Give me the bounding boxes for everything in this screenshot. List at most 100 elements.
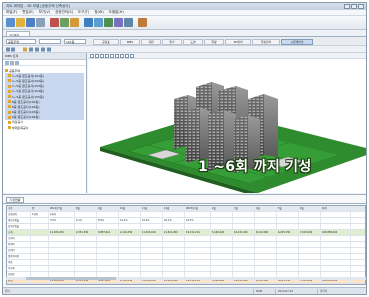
- new-icon[interactable]: [6, 18, 15, 27]
- table-row[interactable]: 계획공정율 3.5% 6.1% 8.9% 12.4% 16.0% 20.1% 24.3%: [7, 218, 365, 224]
- menu-help[interactable]: 도움말(H): [109, 10, 124, 15]
- table-cell: [321, 218, 351, 223]
- table-cell: [277, 254, 299, 259]
- tab-view-3[interactable]: 원가: [162, 39, 182, 45]
- table-row[interactable]: 간접비: [7, 248, 365, 254]
- fit-icon[interactable]: [105, 54, 109, 58]
- table-cell: [185, 248, 211, 253]
- iso-view-icon[interactable]: [125, 54, 129, 58]
- front-view-icon[interactable]: [115, 54, 119, 58]
- table-header-row: 구분 명 2014년7월 8월 9월 10월 11월 12월 2015년1월 2월 3월 4월 5월 6월…: [7, 206, 365, 212]
- table-row[interactable]: 부가세: [7, 266, 365, 272]
- schedule-icon[interactable]: [84, 18, 93, 27]
- table-cell: [185, 212, 211, 217]
- gantt-icon[interactable]: [94, 18, 103, 27]
- menu-schedule[interactable]: 공정관리(S): [55, 10, 73, 15]
- menu-window[interactable]: 창(W): [94, 10, 103, 15]
- column-header: 합계: [321, 206, 351, 211]
- pan-icon[interactable]: [95, 54, 99, 58]
- status-bar: 준비 NUM 2014-07-01 관리자: [3, 287, 366, 294]
- paste-icon[interactable]: [70, 18, 79, 27]
- table-cell: 21,811,000: [163, 230, 185, 235]
- tab-view-8[interactable]: 시뮬레이션: [281, 39, 313, 45]
- menu-view[interactable]: 보기(V): [39, 10, 51, 15]
- table-row[interactable]: 일반관리비: [7, 254, 365, 260]
- folder-icon: [8, 110, 11, 114]
- menu-file[interactable]: 파일(F): [6, 10, 17, 15]
- progress-table: 구분 명 2014년7월 8월 9월 10월 11월 12월 2015년1월 2월 3월 4월 5월 6월…: [6, 205, 366, 285]
- side-view-icon[interactable]: [120, 54, 124, 58]
- model-icon[interactable]: [104, 18, 113, 27]
- phase-select[interactable]: [39, 39, 61, 44]
- 3d-viewport[interactable]: 1 ~6회 까지 기성: [88, 53, 366, 193]
- table-cell: [75, 254, 97, 259]
- building-select[interactable]: 101동: [64, 39, 86, 44]
- table-cell: [255, 236, 277, 241]
- menu-edit[interactable]: 편집(E): [22, 10, 33, 15]
- project-select[interactable]: 공동주택: [6, 39, 36, 44]
- filter-icon[interactable]: [15, 60, 19, 65]
- top-view-icon[interactable]: [110, 54, 114, 58]
- tab-divider-bottom: [3, 203, 366, 204]
- horizontal-scrollbar[interactable]: [6, 277, 366, 280]
- table-cell: [97, 242, 119, 247]
- table-cell: [75, 242, 97, 247]
- table-cell: [31, 236, 49, 241]
- play-icon[interactable]: [130, 54, 134, 58]
- table-cell: 7,003,000: [299, 230, 321, 235]
- tab-view-1[interactable]: WBS: [120, 39, 140, 45]
- tab-view-5[interactable]: 물량: [204, 39, 224, 45]
- table-row[interactable]: 이윤: [7, 260, 365, 266]
- expand-icon[interactable]: [5, 60, 9, 65]
- table-cell: [277, 248, 299, 253]
- menu-tools[interactable]: 도구(T): [78, 10, 89, 15]
- table-row[interactable]: 직접비: [7, 242, 365, 248]
- table-cell: 실적공정율: [7, 224, 31, 229]
- table-row[interactable]: 소계 11,365,250 2,351,330 3,887,614 2,119,336 1…: [7, 230, 365, 236]
- table-cell: [75, 260, 97, 265]
- table-cell: 공사비: [7, 236, 31, 241]
- simulate-icon[interactable]: [114, 18, 123, 27]
- tab-view-6[interactable]: 3D뷰어: [225, 39, 251, 45]
- chart-icon[interactable]: [138, 18, 147, 27]
- tree-item-label: 1~5층 골조공사(102동): [12, 78, 44, 83]
- table-cell: [255, 248, 277, 253]
- table-row[interactable]: 공정회차 1회차 2회차: [7, 212, 365, 218]
- table-cell: [211, 248, 233, 253]
- table-cell: [163, 236, 185, 241]
- table-cell: 108,858,094: [321, 230, 351, 235]
- folder-icon: [8, 126, 11, 130]
- minimize-button[interactable]: [344, 4, 350, 9]
- collapse-icon[interactable]: [10, 60, 14, 65]
- save-icon[interactable]: [26, 18, 35, 27]
- zoom-icon[interactable]: [100, 54, 104, 58]
- table-cell: [321, 224, 351, 229]
- rotate-icon[interactable]: [90, 54, 94, 58]
- table-cell: [163, 224, 185, 229]
- tree-item[interactable]: 부대토목공사: [5, 125, 84, 130]
- maximize-button[interactable]: [351, 4, 357, 9]
- tab-view-4[interactable]: 도면: [183, 39, 203, 45]
- copy-icon[interactable]: [60, 18, 69, 27]
- table-cell: [255, 242, 277, 247]
- table-cell: 일반관리비: [7, 254, 31, 259]
- tab-view-7[interactable]: 일정관리: [252, 39, 280, 45]
- table-cell: [255, 260, 277, 265]
- tree-item-label: 6층 골조공사(102동): [12, 104, 40, 109]
- table-cell: [75, 248, 97, 253]
- cut-icon[interactable]: [50, 18, 59, 27]
- table-cell: [299, 218, 321, 223]
- report-icon[interactable]: [124, 18, 133, 27]
- tab-view-0[interactable]: 공정표: [93, 39, 119, 45]
- table-cell: [299, 236, 321, 241]
- table-cell: [31, 260, 49, 265]
- close-button[interactable]: [358, 4, 364, 9]
- scrollbar-thumb[interactable]: [26, 277, 116, 280]
- table-row[interactable]: 공사비: [7, 236, 365, 242]
- table-row[interactable]: 실적공정율: [7, 224, 365, 230]
- open-icon[interactable]: [16, 18, 25, 27]
- print-icon[interactable]: [36, 18, 45, 27]
- tab-view-2[interactable]: 자원: [141, 39, 161, 45]
- table-cell: [163, 242, 185, 247]
- table-cell: [233, 212, 255, 217]
